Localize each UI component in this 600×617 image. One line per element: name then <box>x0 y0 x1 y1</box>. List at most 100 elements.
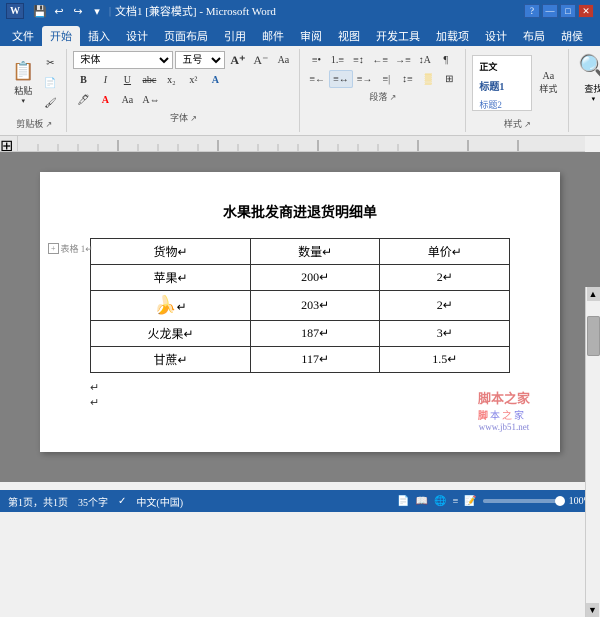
justify-button[interactable]: ≡| <box>376 70 396 88</box>
table-row: 🍌↵ 203↵ 2↵ <box>91 291 510 321</box>
cell-qty-3: 187↵ <box>250 321 380 347</box>
paste-dropdown[interactable]: ▾ <box>21 97 25 105</box>
tab-insert[interactable]: 插入 <box>80 26 118 46</box>
cell-goods-3: 火龙果↵ <box>91 321 251 347</box>
view-outline-icon[interactable]: ≡ <box>453 496 459 507</box>
window-title: 文档1 [兼容模式] - Microsoft Word <box>115 3 276 19</box>
scrollbar-vertical[interactable]: ▲ ▼ <box>585 287 600 617</box>
ruler-corner[interactable]: ⊞ <box>0 136 18 152</box>
multilevel-list-button[interactable]: ≡↕ <box>348 51 368 69</box>
paragraph-mark: ↵ <box>90 381 510 394</box>
format-painter-button[interactable]: 🖌 <box>40 94 60 112</box>
tab-design2[interactable]: 设计 <box>477 26 515 46</box>
banana-emoji: 🍌 <box>154 295 176 315</box>
tab-layout[interactable]: 布局 <box>515 26 553 46</box>
clear-format-button[interactable]: Aa <box>273 51 293 69</box>
font-size-select[interactable]: 五号 <box>175 51 225 69</box>
grow-font-button[interactable]: A⁺ <box>227 51 248 69</box>
page-info: 第1页，共1页 <box>8 494 68 509</box>
decrease-indent-button[interactable]: ←≡ <box>369 51 391 69</box>
strikethrough-button[interactable]: abc <box>139 71 159 89</box>
cell-qty-4: 117↵ <box>250 347 380 373</box>
font-family-select[interactable]: 宋体 <box>73 51 173 69</box>
tab-addins[interactable]: 加载项 <box>428 26 477 46</box>
line-spacing-button[interactable]: ↕≡ <box>397 70 417 88</box>
font-size-aa[interactable]: Aa <box>117 91 137 109</box>
shrink-font-button[interactable]: A⁻ <box>250 51 271 69</box>
italic-button[interactable]: I <box>95 71 115 89</box>
document-area: + 表格 1↵ 水果批发商进退货明细单 货物↵ 数量↵ 单价↵ 苹果 <box>0 152 600 482</box>
tab-view[interactable]: 视图 <box>330 26 368 46</box>
bold-button[interactable]: B <box>73 71 93 89</box>
status-right: 📄 📖 🌐 ≡ 📝 100% <box>397 496 592 507</box>
cut-button[interactable]: ✂ <box>40 54 60 72</box>
borders-button[interactable]: ⊞ <box>439 70 459 88</box>
help-button[interactable]: ? <box>524 4 540 18</box>
cell-price-4: 1.5↵ <box>380 347 510 373</box>
tab-page-layout[interactable]: 页面布局 <box>156 26 216 46</box>
dropdown-icon[interactable]: ▾ <box>89 3 105 19</box>
tab-developer[interactable]: 开发工具 <box>368 26 428 46</box>
text-effect-button[interactable]: A <box>205 71 225 89</box>
sort-button[interactable]: ↕A <box>415 51 435 69</box>
document-page: + 表格 1↵ 水果批发商进退货明细单 货物↵ 数量↵ 单价↵ 苹果 <box>40 172 560 452</box>
view-fullread-icon[interactable]: 📖 <box>416 496 428 507</box>
save-icon[interactable]: 💾 <box>32 3 48 19</box>
superscript-button[interactable]: x² <box>183 71 203 89</box>
scroll-up-button[interactable]: ▲ <box>587 287 600 301</box>
horizontal-ruler <box>18 136 585 152</box>
align-right-button[interactable]: ≡→ <box>354 70 376 88</box>
zoom-slider[interactable] <box>483 499 563 503</box>
clipboard-label: 剪贴板 ↗ <box>16 117 52 130</box>
align-left-button[interactable]: ≡← <box>306 70 328 88</box>
document-title: 水果批发商进退货明细单 <box>90 202 510 222</box>
text-highlight-button[interactable]: 🖊 <box>73 91 93 109</box>
styles-button[interactable]: Aa 样式 <box>534 55 562 111</box>
paste-button[interactable]: 📋 粘贴 ▾ <box>8 55 38 111</box>
tab-file[interactable]: 文件 <box>4 26 42 46</box>
numbering-button[interactable]: 1.≡ <box>327 51 347 69</box>
tab-design[interactable]: 设计 <box>118 26 156 46</box>
maximize-button[interactable]: □ <box>560 4 576 18</box>
table-label: 表格 1↵ <box>61 242 93 255</box>
col-header-qty: 数量↵ <box>250 239 380 265</box>
view-draft-icon[interactable]: 📝 <box>464 496 476 507</box>
watermark-url: www.jb51.net <box>478 422 530 432</box>
tab-user[interactable]: 胡侯 <box>553 26 591 46</box>
show-marks-button[interactable]: ¶ <box>436 51 456 69</box>
underline-button[interactable]: U <box>117 71 137 89</box>
close-button[interactable]: ✕ <box>578 4 594 18</box>
font-spacing[interactable]: A⇔ <box>139 91 162 109</box>
table-icon: + <box>48 243 59 254</box>
tab-review[interactable]: 审阅 <box>292 26 330 46</box>
view-web-icon[interactable]: 🌐 <box>434 496 446 507</box>
window-controls: ? — □ ✕ <box>524 4 594 18</box>
undo-icon[interactable]: ↩ <box>51 3 67 19</box>
bullets-button[interactable]: ≡• <box>306 51 326 69</box>
shading-button[interactable]: ▒ <box>418 70 438 88</box>
align-center-button[interactable]: ≡↔ <box>329 70 353 88</box>
redo-icon[interactable]: ↪ <box>70 3 86 19</box>
copy-button[interactable]: 📄 <box>40 74 60 92</box>
find-button[interactable]: 🔍 查找 ▾ <box>575 51 600 107</box>
styles-gallery[interactable]: 正文 标题1 标题2 <box>472 55 532 111</box>
table-row: 火龙果↵ 187↵ 3↵ <box>91 321 510 347</box>
data-table: 货物↵ 数量↵ 单价↵ 苹果↵ 200↵ 2↵ 🍌↵ <box>90 238 510 373</box>
minimize-button[interactable]: — <box>542 4 558 18</box>
title-bar: W 💾 ↩ ↪ ▾ | 文档1 [兼容模式] - Microsoft Word … <box>0 0 600 22</box>
paste-label: 粘贴 <box>14 84 32 97</box>
tab-home[interactable]: 开始 <box>42 26 80 46</box>
find-dropdown[interactable]: ▾ <box>592 95 596 103</box>
language-info: 中文(中国) <box>136 494 183 509</box>
tab-mail[interactable]: 邮件 <box>254 26 292 46</box>
zoom-thumb[interactable] <box>555 496 565 506</box>
col-header-price: 单价↵ <box>380 239 510 265</box>
subscript-button[interactable]: x₂ <box>161 71 181 89</box>
scroll-down-button[interactable]: ▼ <box>586 603 599 617</box>
font-color-button[interactable]: A <box>95 91 115 109</box>
tab-references[interactable]: 引用 <box>216 26 254 46</box>
view-normal-icon[interactable]: 📄 <box>397 496 409 507</box>
group-editing: 🔍 查找 ▾ ab→ 替换 ⊹ 选择 ▾ 编辑 <box>571 49 600 132</box>
scroll-thumb[interactable] <box>587 316 600 356</box>
increase-indent-button[interactable]: →≡ <box>392 51 414 69</box>
